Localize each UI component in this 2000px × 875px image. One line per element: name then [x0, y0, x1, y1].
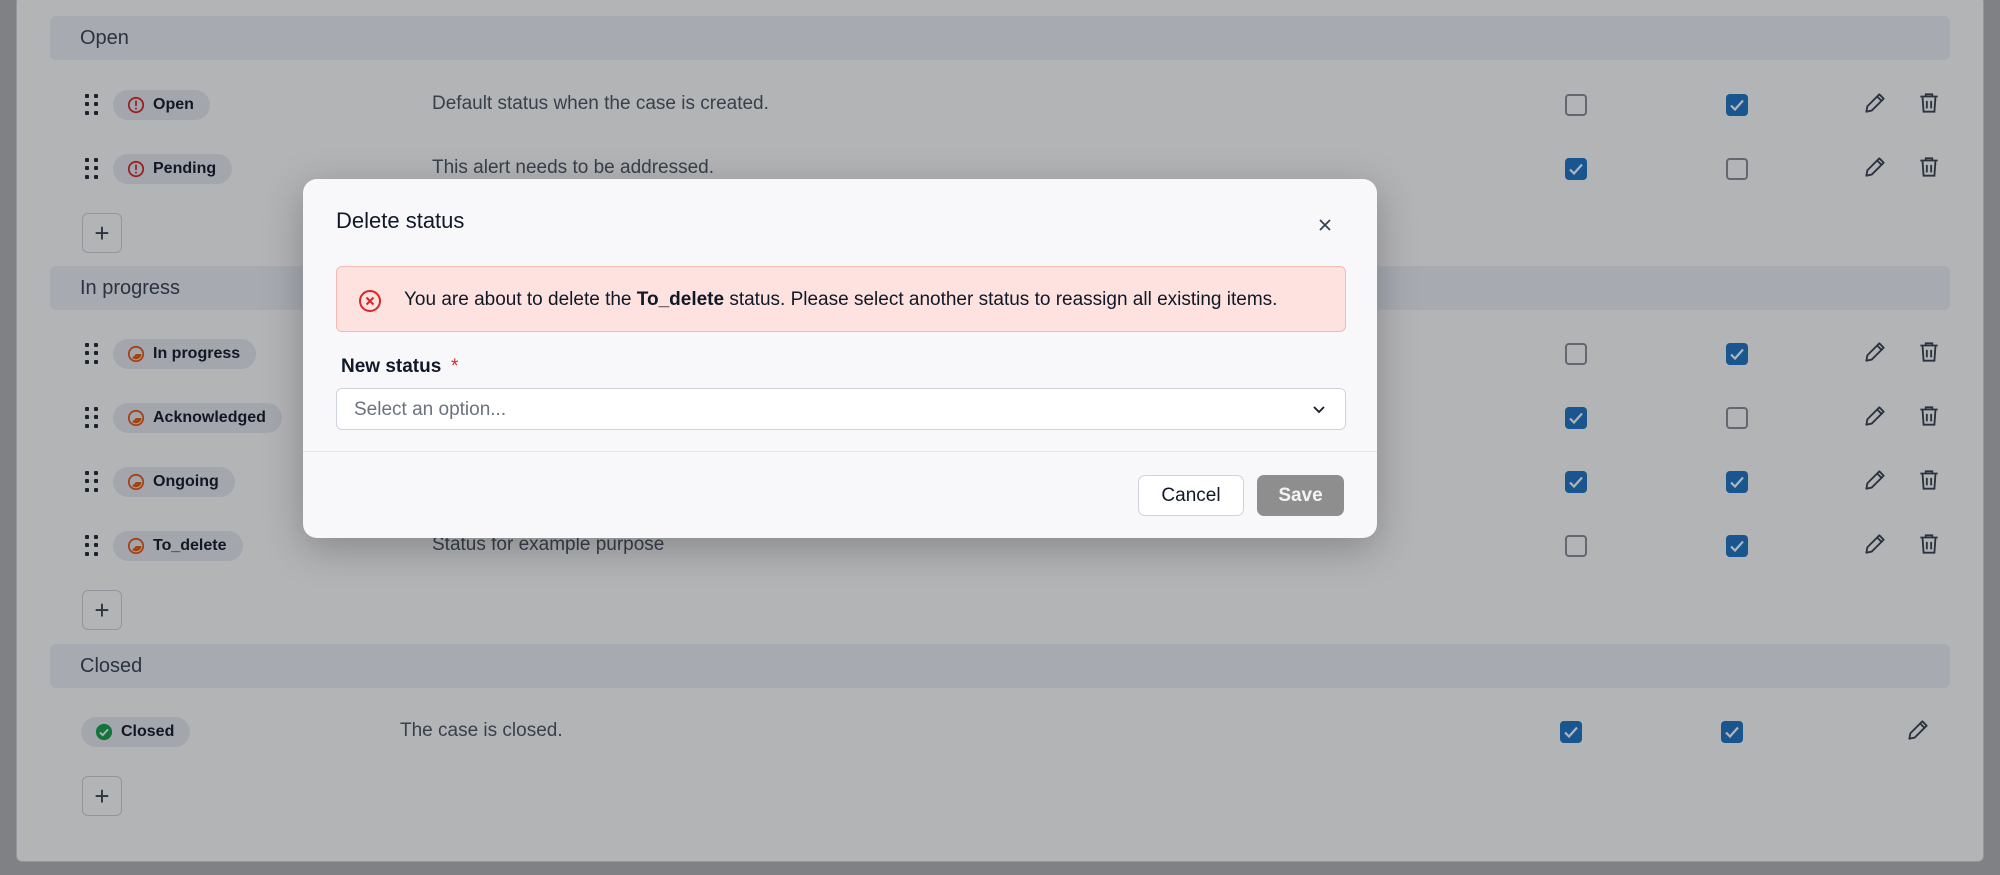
alert-text-suffix: status. Please select another status to … [724, 289, 1278, 310]
save-button[interactable]: Save [1257, 475, 1344, 516]
dialog-divider [303, 451, 1377, 452]
close-icon [1319, 219, 1331, 231]
cancel-button[interactable]: Cancel [1138, 475, 1244, 516]
select-placeholder: Select an option... [354, 399, 507, 420]
new-status-select[interactable]: Select an option... [336, 388, 1346, 430]
warning-alert: You are about to delete the To_delete st… [336, 266, 1346, 332]
delete-status-dialog: Delete status You are about to delete th… [303, 179, 1377, 538]
error-circle-icon [359, 290, 381, 312]
new-status-label: New status [341, 356, 442, 377]
required-asterisk: * [451, 356, 459, 377]
alert-message: You are about to delete the To_delete st… [404, 289, 1277, 311]
chevron-down-icon [1313, 406, 1325, 414]
alert-status-name: To_delete [636, 289, 725, 310]
close-button[interactable] [1309, 209, 1341, 241]
dialog-title: Delete status [336, 208, 465, 233]
alert-text-prefix: You are about to delete the [404, 289, 637, 310]
